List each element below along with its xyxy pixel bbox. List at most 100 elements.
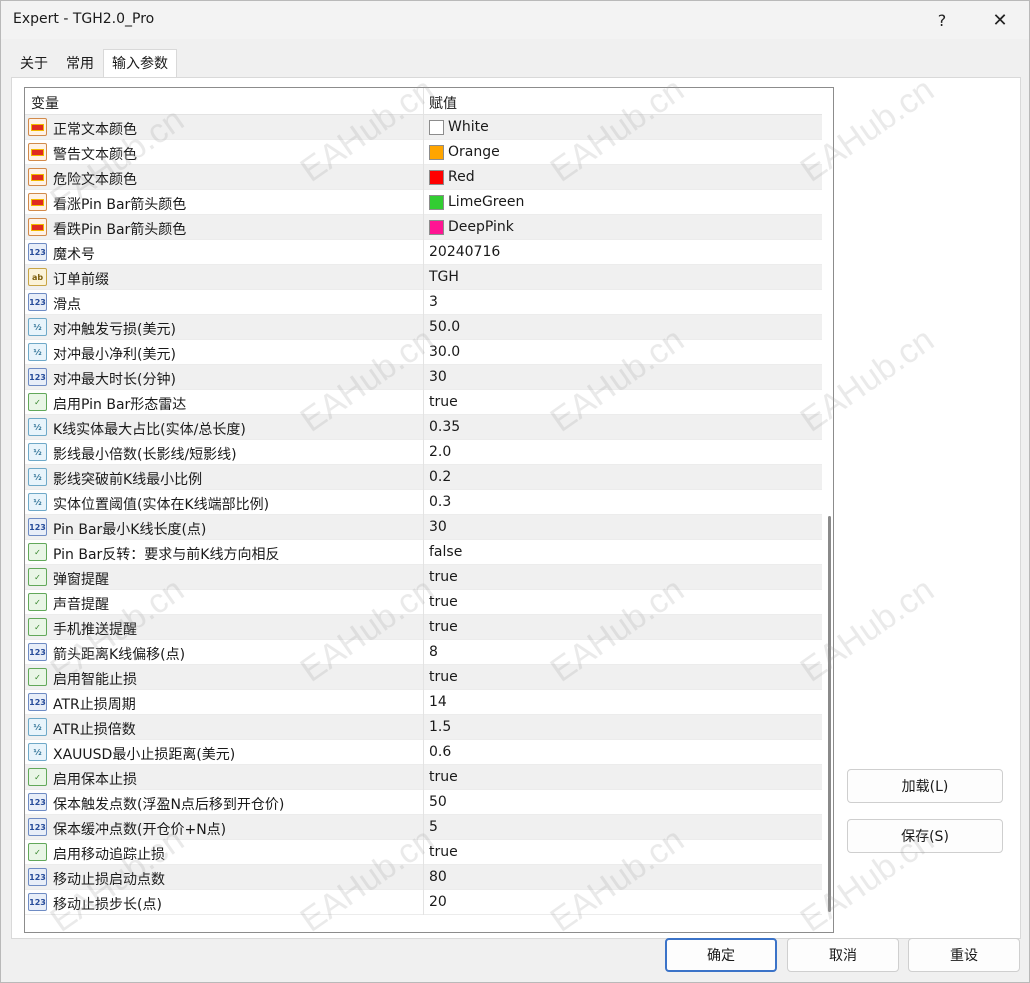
parameter-row[interactable]: ½ ATR止损倍数 1.5 [25, 715, 822, 740]
parameter-row[interactable]: ✓ 启用保本止损 true [25, 765, 822, 790]
color-type-icon [28, 118, 47, 136]
parameter-row[interactable]: ✓ 启用智能止损 true [25, 665, 822, 690]
parameter-value[interactable]: TGH [429, 269, 459, 285]
parameter-value[interactable]: LimeGreen [448, 194, 524, 210]
parameter-value[interactable]: 20240716 [429, 244, 500, 260]
ok-button[interactable]: 确定 [665, 938, 777, 972]
parameter-value[interactable]: true [429, 669, 458, 685]
parameter-row[interactable]: ½ 影线突破前K线最小比例 0.2 [25, 465, 822, 490]
parameter-value[interactable]: 30.0 [429, 344, 460, 360]
save-button[interactable]: 保存(S) [847, 819, 1003, 853]
parameter-value[interactable]: true [429, 769, 458, 785]
parameter-value[interactable]: Red [448, 169, 475, 185]
tab-common[interactable]: 常用 [57, 49, 103, 77]
string-type-icon: ab [28, 268, 47, 286]
column-divider [423, 665, 424, 690]
parameter-row[interactable]: 123 Pin Bar最小K线长度(点) 30 [25, 515, 822, 540]
parameter-name: XAUUSD最小止损距离(美元) [53, 747, 236, 763]
load-button[interactable]: 加载(L) [847, 769, 1003, 803]
tab-about[interactable]: 关于 [11, 49, 57, 77]
parameter-name: 订单前缀 [53, 272, 109, 288]
help-button[interactable]: ? [919, 1, 965, 39]
parameter-row[interactable]: ✓ 启用Pin Bar形态雷达 true [25, 390, 822, 415]
parameter-row[interactable]: 123 ATR止损周期 14 [25, 690, 822, 715]
parameter-name: 启用移动追踪止损 [53, 847, 165, 863]
parameter-row[interactable]: 123 保本缓冲点数(开仓价+N点) 5 [25, 815, 822, 840]
integer-type-icon: 123 [28, 518, 47, 536]
parameter-name: 移动止损步长(点) [53, 897, 162, 913]
parameter-row[interactable]: ½ 对冲最小净利(美元) 30.0 [25, 340, 822, 365]
parameter-name: 警告文本颜色 [53, 147, 137, 163]
parameter-value[interactable]: 0.3 [429, 494, 451, 510]
tab-inputs[interactable]: 输入参数 [103, 49, 177, 78]
parameter-row[interactable]: 123 箭头距离K线偏移(点) 8 [25, 640, 822, 665]
parameter-row[interactable]: 123 保本触发点数(浮盈N点后移到开仓价) 50 [25, 790, 822, 815]
parameter-value[interactable]: Orange [448, 144, 500, 160]
parameter-row[interactable]: 123 移动止损启动点数 80 [25, 865, 822, 890]
column-divider[interactable] [423, 88, 424, 115]
parameter-value[interactable]: 80 [429, 869, 447, 885]
reset-button[interactable]: 重设 [908, 938, 1020, 972]
parameter-value[interactable]: 5 [429, 819, 438, 835]
parameter-row[interactable]: 123 对冲最大时长(分钟) 30 [25, 365, 822, 390]
parameter-value[interactable]: 8 [429, 644, 438, 660]
parameter-row[interactable]: 看跌Pin Bar箭头颜色 DeepPink [25, 215, 822, 240]
parameter-row[interactable]: 危险文本颜色 Red [25, 165, 822, 190]
parameter-value[interactable]: 0.35 [429, 419, 460, 435]
parameter-value[interactable]: DeepPink [448, 219, 514, 235]
color-type-icon [28, 193, 47, 211]
parameter-row[interactable]: ✓ 声音提醒 true [25, 590, 822, 615]
bool-type-icon: ✓ [28, 843, 47, 861]
parameter-row[interactable]: ½ 影线最小倍数(长影线/短影线) 2.0 [25, 440, 822, 465]
parameter-value[interactable]: true [429, 569, 458, 585]
parameter-row[interactable]: ab 订单前缀 TGH [25, 265, 822, 290]
close-button[interactable]: ✕ [977, 1, 1023, 39]
parameter-row[interactable]: 警告文本颜色 Orange [25, 140, 822, 165]
parameter-row[interactable]: ✓ Pin Bar反转：要求与前K线方向相反 false [25, 540, 822, 565]
parameter-value[interactable]: true [429, 844, 458, 860]
parameter-value[interactable]: true [429, 594, 458, 610]
parameter-row[interactable]: 123 移动止损步长(点) 20 [25, 890, 822, 915]
parameter-value[interactable]: 50.0 [429, 319, 460, 335]
parameter-row[interactable]: ✓ 弹窗提醒 true [25, 565, 822, 590]
column-divider [423, 240, 424, 265]
parameter-row[interactable]: ½ 对冲触发亏损(美元) 50.0 [25, 315, 822, 340]
parameter-row[interactable]: ½ XAUUSD最小止损距离(美元) 0.6 [25, 740, 822, 765]
column-divider [423, 540, 424, 565]
column-divider [423, 465, 424, 490]
parameter-value[interactable]: 3 [429, 294, 438, 310]
parameter-row[interactable]: ½ K线实体最大占比(实体/总长度) 0.35 [25, 415, 822, 440]
parameter-value[interactable]: 2.0 [429, 444, 451, 460]
parameter-value[interactable]: true [429, 394, 458, 410]
parameter-value[interactable]: White [448, 119, 489, 135]
column-header-value[interactable]: 赋值 [429, 93, 457, 113]
parameter-row[interactable]: 123 滑点 3 [25, 290, 822, 315]
parameter-value[interactable]: 14 [429, 694, 447, 710]
column-divider [423, 140, 424, 165]
parameter-value[interactable]: 1.5 [429, 719, 451, 735]
parameter-row[interactable]: 看涨Pin Bar箭头颜色 LimeGreen [25, 190, 822, 215]
parameter-row[interactable]: ✓ 手机推送提醒 true [25, 615, 822, 640]
double-type-icon: ½ [28, 493, 47, 511]
parameter-row[interactable]: 123 魔术号 20240716 [25, 240, 822, 265]
integer-type-icon: 123 [28, 818, 47, 836]
window-title: Expert - TGH2.0_Pro [13, 11, 155, 27]
parameter-row[interactable]: 正常文本颜色 White [25, 115, 822, 140]
parameter-value[interactable]: 20 [429, 894, 447, 910]
parameter-value[interactable]: 0.6 [429, 744, 451, 760]
parameter-row[interactable]: ✓ 启用移动追踪止损 true [25, 840, 822, 865]
parameter-value[interactable]: 0.2 [429, 469, 451, 485]
parameter-value[interactable]: 30 [429, 369, 447, 385]
column-divider [423, 315, 424, 340]
parameter-value[interactable]: 50 [429, 794, 447, 810]
parameter-row[interactable]: ½ 实体位置阈值(实体在K线端部比例) 0.3 [25, 490, 822, 515]
parameter-value[interactable]: false [429, 544, 462, 560]
parameter-value[interactable]: 30 [429, 519, 447, 535]
vertical-scrollbar[interactable] [828, 516, 831, 912]
bool-type-icon: ✓ [28, 393, 47, 411]
integer-type-icon: 123 [28, 368, 47, 386]
parameter-value[interactable]: true [429, 619, 458, 635]
cancel-button[interactable]: 取消 [787, 938, 899, 972]
column-header-variable[interactable]: 变量 [31, 93, 59, 113]
column-divider [423, 615, 424, 640]
